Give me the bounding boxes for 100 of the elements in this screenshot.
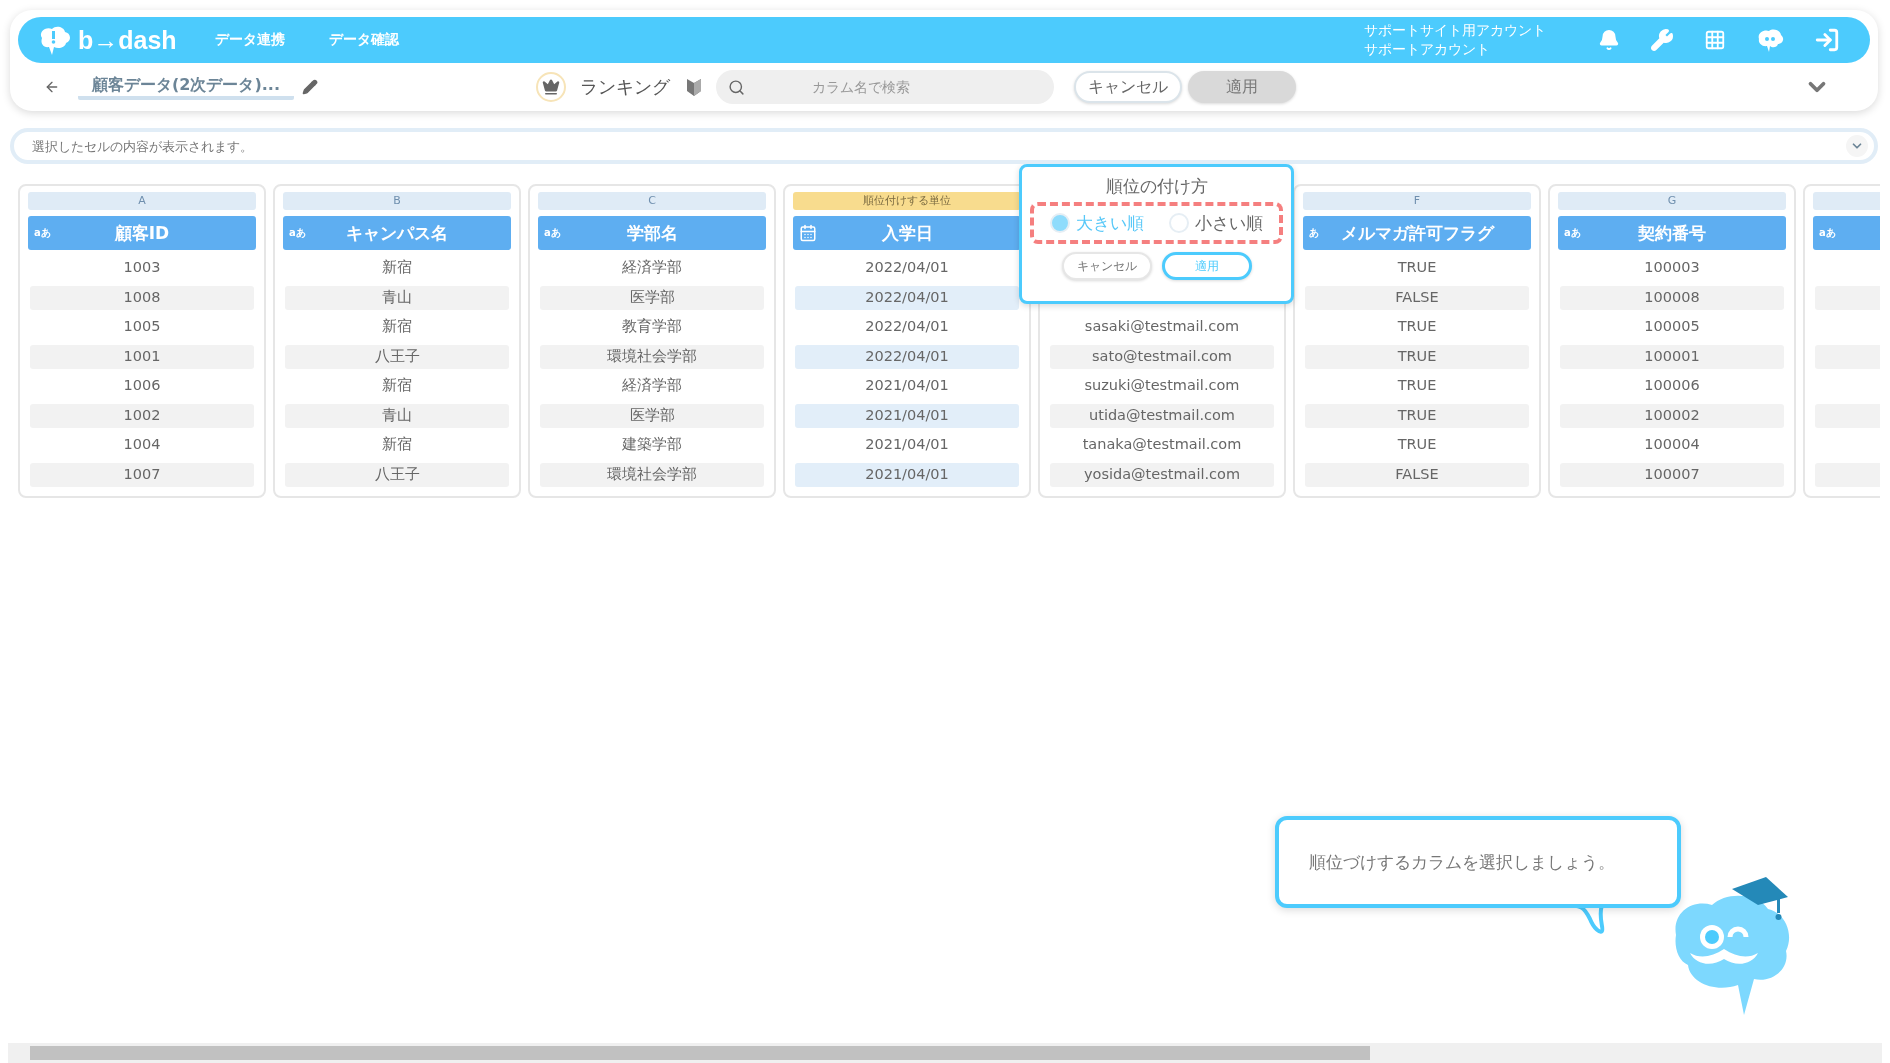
column-name: 学部名 [626, 221, 678, 245]
table-cell: 2021/04/01 [795, 462, 1019, 487]
column-header[interactable]: aあ [1813, 216, 1880, 250]
table-cell: yosida@testmail.com [1050, 462, 1274, 487]
sort-option[interactable]: 大きい順 [1050, 211, 1145, 235]
table-cell: FALSE [1305, 462, 1529, 487]
table-cell-text: 教育学部 [621, 317, 683, 336]
column-header[interactable]: 入学日 [793, 216, 1021, 250]
table-cell-text: tanaka@testmail.com [1081, 435, 1243, 454]
table-cell: 医学部 [540, 285, 764, 310]
search-icon [728, 78, 745, 96]
type-label: あ [1309, 226, 1319, 240]
nav-link[interactable]: データ連携 [214, 31, 285, 49]
column-letter: G [1558, 192, 1786, 210]
column-header[interactable]: あ メルマガ許可フラグ [1303, 216, 1531, 250]
table-cell-text: 1006 [122, 376, 162, 395]
table-cell-text: 1005 [122, 317, 162, 336]
table-cell-text: 2021/04/01 [864, 435, 950, 454]
radio-button[interactable] [1168, 213, 1189, 233]
bell-icon[interactable] [1598, 29, 1620, 51]
table-cell-text: 1003 [122, 258, 162, 277]
column-name: 契約番号 [1638, 221, 1706, 245]
table-cell: TRUE [1305, 403, 1529, 428]
type-label: aあ [1564, 226, 1581, 240]
logo-text: b→dash [78, 25, 177, 55]
table-cell: 2022/04/01 [795, 344, 1019, 369]
table-cell-text: 建築学部 [621, 435, 683, 454]
table-cell: 100002 [1560, 403, 1784, 428]
table-cell-text: 2022/04/01 [864, 258, 950, 277]
login-icon[interactable] [1814, 27, 1840, 53]
cell-content-field[interactable]: 選択したセルの内容が表示されます。 [10, 128, 1878, 164]
table-cell: 1008 [30, 285, 254, 310]
column-letter: F [1303, 192, 1531, 210]
column-letter: C [538, 192, 766, 210]
table-cell-text: 経済学部 [621, 376, 683, 395]
data-title[interactable]: 顧客データ(2次データ)... [78, 74, 294, 100]
wrench-icon[interactable] [1650, 28, 1674, 52]
table-cell: FALSE [1305, 285, 1529, 310]
table-cell-text: TRUE [1396, 258, 1438, 277]
table-cell-text: 新宿 [381, 435, 413, 454]
sort-option[interactable]: 小さい順 [1168, 211, 1263, 235]
account-name: サポートアカウント [1364, 40, 1491, 59]
table-cell-text: suzuki@testmail.com [1083, 376, 1241, 395]
table-cell-text: 経済学部 [621, 258, 683, 277]
table-cell: 八王子 [285, 462, 509, 487]
mode-label: ランキング [580, 75, 670, 99]
cancel-button[interactable]: キャンセル [1074, 71, 1182, 103]
table-cell: 八王子 [285, 344, 509, 369]
column-name: キャンパス名 [346, 221, 448, 245]
scrollbar-thumb[interactable] [30, 1046, 1370, 1060]
type-label: aあ [544, 226, 561, 240]
type-label: aあ [34, 226, 51, 240]
cancel-button[interactable]: キャンセル [1061, 252, 1152, 280]
horizontal-scrollbar[interactable] [8, 1043, 1882, 1063]
table-cell-text: 100003 [1643, 258, 1701, 277]
table-cell: 青山 [285, 285, 509, 310]
unit-label: 順位付けする単位 [793, 192, 1021, 210]
table-cell: 環境社会学部 [540, 344, 764, 369]
table-cell-text: 1004 [122, 435, 162, 454]
grid-icon[interactable] [1704, 29, 1726, 51]
table-cell-text: sasaki@testmail.com [1083, 317, 1241, 336]
table-cell: 環境社会学部 [540, 462, 764, 487]
nav-link[interactable]: データ確認 [328, 31, 399, 49]
table-cell: 1001 [30, 344, 254, 369]
type-label: aあ [1819, 226, 1836, 240]
table-cell-text: 2021/04/01 [864, 376, 950, 395]
table-cell-text: 2022/04/01 [864, 317, 950, 336]
column-name: 顧客ID [114, 221, 170, 245]
table-cell-text: 100004 [1643, 435, 1701, 454]
table-cell: 青山 [285, 403, 509, 428]
type-label: aあ [289, 226, 306, 240]
table-cell-text: TRUE [1396, 376, 1438, 395]
hint-text: 順位づけするカラムを選択しましょう。 [1309, 850, 1615, 874]
table-cell: utida@testmail.com [1050, 403, 1274, 428]
mascot-icon[interactable] [1756, 27, 1784, 53]
radio-button[interactable] [1050, 213, 1071, 233]
search-field[interactable]: カラム名で検索 [716, 70, 1054, 104]
edit-icon[interactable] [302, 79, 318, 95]
column-name: メルマガ許可フラグ [1340, 221, 1494, 245]
table-cell: sato@testmail.com [1050, 344, 1274, 369]
account-name: サポートサイト用アカウント [1364, 21, 1546, 40]
table-cell: 100008 [1560, 285, 1784, 310]
calendar-icon [799, 224, 817, 242]
table-cell: 2022/04/01 [795, 285, 1019, 310]
table-cell: 医学部 [540, 403, 764, 428]
column-header[interactable]: aあ 学部名 [538, 216, 766, 250]
back-icon[interactable] [44, 79, 60, 95]
table-cell: 1007 [30, 462, 254, 487]
logo[interactable]: b→dash [36, 24, 177, 56]
table-cell: 2021/04/01 [795, 403, 1019, 428]
column-letter: B [283, 192, 511, 210]
column-header[interactable]: aあ キャンパス名 [283, 216, 511, 250]
table-cell-text: 新宿 [381, 376, 413, 395]
apply-button[interactable]: 適用 [1161, 252, 1252, 280]
column-header[interactable]: aあ 契約番号 [1558, 216, 1786, 250]
table-cell-text: 100005 [1643, 317, 1701, 336]
column-header[interactable]: aあ 顧客ID [28, 216, 256, 250]
crown-icon [536, 72, 566, 102]
table-cell-text: TRUE [1396, 435, 1438, 454]
table-cell-text: 新宿 [381, 317, 413, 336]
